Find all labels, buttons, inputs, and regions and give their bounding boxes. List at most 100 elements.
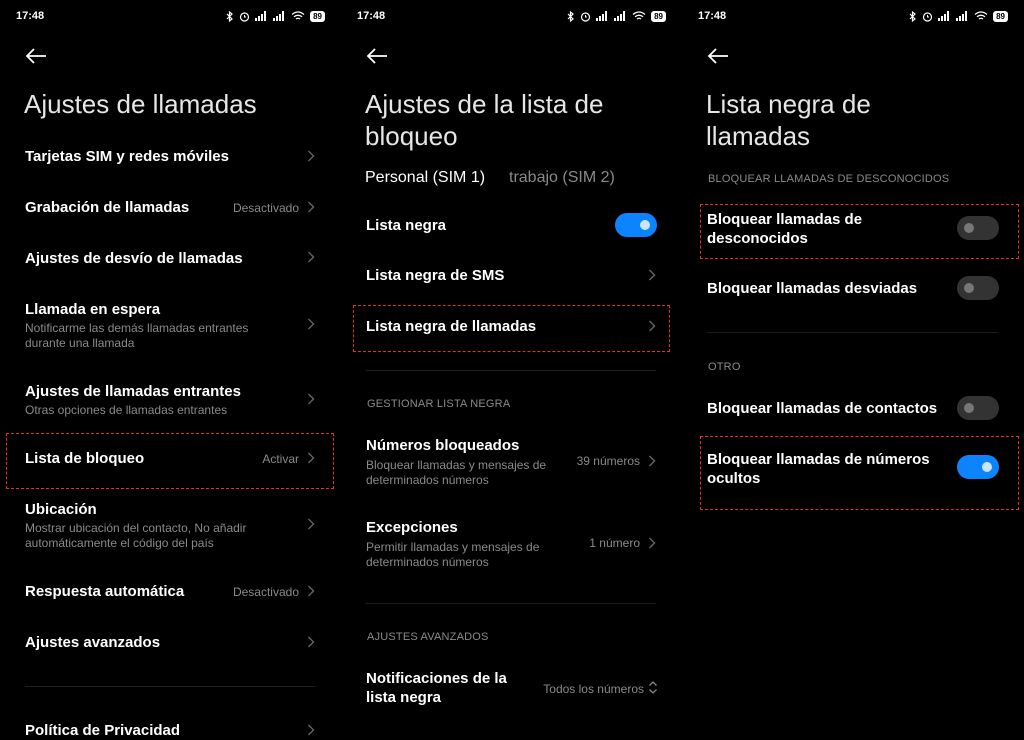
item-block-contacts[interactable]: Bloquear llamadas de contactos: [682, 391, 1024, 425]
item-advanced-settings[interactable]: Ajustes avanzados: [0, 625, 341, 659]
chevron-right-icon: [308, 150, 315, 162]
wifi-icon: [974, 11, 988, 20]
status-bar: 17:48 89: [16, 8, 325, 24]
block-contacts-toggle[interactable]: [957, 396, 999, 420]
item-sim-cards[interactable]: Tarjetas SIM y redes móviles: [0, 140, 341, 174]
item-label: Grabación de llamadas: [25, 199, 190, 216]
item-value: Desactivado: [232, 585, 299, 599]
item-label: Respuesta automática: [25, 583, 185, 600]
item-value: 1 número: [589, 536, 640, 550]
highlight-box: [6, 433, 334, 489]
tab-sim1[interactable]: Personal (SIM 1): [365, 169, 485, 187]
chevron-right-icon: [308, 251, 315, 263]
divider: [25, 686, 315, 687]
status-bar: 17:48 89: [357, 8, 666, 24]
item-subtitle: automáticamente el código del país: [25, 536, 214, 550]
section-header-manage: GESTIONAR LISTA NEGRA: [367, 398, 511, 410]
item-sms-blacklist[interactable]: Lista negra de SMS: [341, 258, 682, 292]
page-title-line1: Ajustes de la lista de: [365, 89, 604, 119]
signal-icon: [938, 11, 950, 21]
wifi-icon: [291, 11, 305, 20]
divider: [707, 332, 998, 333]
chevron-right-icon: [308, 518, 315, 530]
item-subtitle: determinados números: [366, 555, 489, 569]
item-label: Lista negra de SMS: [366, 267, 505, 284]
item-block-forwarded[interactable]: Bloquear llamadas desviadas: [682, 272, 1024, 306]
item-label: Bloquear llamadas desviadas: [707, 280, 918, 297]
alarm-icon: [239, 11, 250, 22]
highlight-box: [700, 204, 1019, 259]
item-call-recording[interactable]: Grabación de llamadas Desactivado: [0, 190, 341, 224]
toggle-knob: [964, 403, 974, 413]
section-header-unknown: BLOQUEAR LLAMADAS DE DESCONOCIDOS: [708, 173, 950, 185]
status-time: 17:48: [698, 10, 727, 22]
highlight-box: [353, 305, 670, 352]
item-blacklist-notifications[interactable]: Notificaciones de la lista negra Todos l…: [341, 662, 682, 712]
item-subtitle: Notificarme las demás llamadas entrantes: [25, 321, 249, 335]
screen-call-settings: 17:48 89 Ajustes de llamadas Tarjetas SI…: [0, 0, 341, 740]
divider: [366, 603, 656, 604]
bluetooth-icon: [226, 10, 233, 22]
divider: [366, 370, 656, 371]
back-arrow-icon[interactable]: [365, 46, 389, 66]
chevron-right-icon: [649, 269, 656, 281]
page-title-line2: bloqueo: [365, 121, 458, 151]
chevron-right-icon: [308, 201, 315, 213]
chevron-right-icon: [649, 455, 656, 467]
screen-call-blacklist: 17:48 89 Lista negra de llamadas BLOQUEA…: [682, 0, 1024, 740]
item-call-forwarding[interactable]: Ajustes de desvío de llamadas: [0, 240, 341, 274]
chevron-right-icon: [308, 393, 315, 405]
page-title: Ajustes de llamadas: [24, 89, 257, 119]
screen-block-list-settings: 17:48 89 Ajustes de la lista de bloqueo …: [341, 0, 682, 740]
toggle-knob: [640, 220, 650, 230]
item-subtitle: determinados números: [366, 473, 489, 487]
item-blocked-numbers[interactable]: Números bloqueados Bloquear llamadas y m…: [341, 430, 682, 490]
section-header-advanced: AJUSTES AVANZADOS: [367, 631, 489, 643]
item-value: Desactivado: [232, 201, 299, 215]
status-time: 17:48: [16, 10, 45, 22]
item-label: Números bloqueados: [366, 437, 520, 454]
item-value: 39 números: [576, 454, 640, 468]
item-subtitle: Bloquear llamadas y mensajes de: [366, 458, 547, 472]
battery-icon: 89: [651, 10, 666, 22]
status-bar: 17:48 89: [698, 8, 1008, 24]
signal-icon-2: [273, 11, 285, 21]
item-incoming-calls[interactable]: Ajustes de llamadas entrantes Otras opci…: [0, 374, 341, 420]
chevron-right-icon: [308, 318, 315, 330]
back-arrow-icon[interactable]: [24, 46, 48, 66]
item-subtitle: Otras opciones de llamadas entrantes: [25, 403, 228, 417]
tab-sim2[interactable]: trabajo (SIM 2): [509, 169, 615, 187]
blacklist-toggle[interactable]: [615, 213, 657, 237]
signal-icon: [255, 11, 267, 21]
signal-icon-2: [956, 11, 968, 21]
bluetooth-icon: [909, 10, 916, 22]
alarm-icon: [922, 11, 933, 22]
item-label: Notificaciones de la: [366, 670, 507, 687]
item-privacy-policy[interactable]: Política de Privacidad: [0, 714, 341, 740]
item-label: Política de Privacidad: [25, 722, 181, 739]
item-label: lista negra: [366, 689, 442, 706]
item-label: Bloquear llamadas de contactos: [707, 400, 938, 417]
item-subtitle: durante una llamada: [25, 336, 135, 350]
item-call-waiting[interactable]: Llamada en espera Notificarme las demás …: [0, 292, 341, 352]
section-header-other: OTRO: [708, 361, 741, 373]
item-subtitle: Permitir llamadas y mensajes de: [366, 540, 540, 554]
chevron-right-icon: [649, 537, 656, 549]
signal-icon: [596, 11, 608, 21]
highlight-box: [700, 436, 1019, 510]
item-auto-answer[interactable]: Respuesta automática Desactivado: [0, 574, 341, 608]
chevron-right-icon: [308, 585, 315, 597]
page-title-line1: Lista negra de: [706, 89, 871, 119]
item-location[interactable]: Ubicación Mostrar ubicación del contacto…: [0, 492, 341, 554]
item-exceptions[interactable]: Excepciones Permitir llamadas y mensajes…: [341, 512, 682, 572]
signal-icon-2: [614, 11, 626, 21]
item-label: Llamada en espera: [25, 301, 161, 318]
item-label: Ajustes de llamadas entrantes: [25, 383, 241, 400]
item-label: Lista negra: [366, 217, 447, 234]
item-blacklist[interactable]: Lista negra: [341, 208, 682, 242]
back-arrow-icon[interactable]: [706, 46, 730, 66]
page-title-line2: llamadas: [706, 121, 811, 151]
block-forwarded-toggle[interactable]: [957, 276, 999, 300]
chevron-right-icon: [308, 724, 315, 736]
item-label: Ubicación: [25, 501, 97, 518]
